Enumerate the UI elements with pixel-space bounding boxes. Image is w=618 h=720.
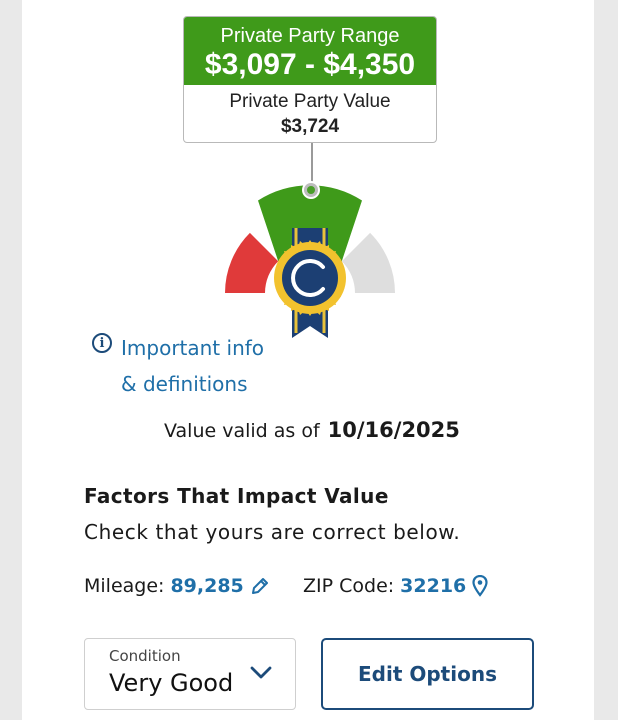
value-gauge — [225, 181, 395, 338]
range-header: Private Party Range $3,097 - $4,350 — [184, 17, 436, 85]
pencil-icon[interactable] — [250, 576, 270, 596]
factors-title: Factors That Impact Value — [84, 484, 389, 508]
condition-label: Condition — [109, 647, 181, 665]
mileage-value[interactable]: 89,285 — [170, 575, 243, 597]
info-icon: i — [92, 333, 112, 353]
important-info-link[interactable]: Important info — [121, 330, 291, 366]
zip-row[interactable]: ZIP Code: 32216 — [303, 575, 488, 597]
location-pin-icon[interactable] — [472, 575, 488, 597]
factors-subtitle: Check that yours are correct below. — [84, 520, 461, 544]
valid-date-row: Value valid as of 10/16/2025 — [164, 418, 460, 442]
important-info-link-row[interactable]: i Important info & definitions — [92, 330, 291, 402]
zip-value[interactable]: 32216 — [400, 575, 466, 597]
chevron-down-icon — [250, 666, 272, 679]
range-label: Private Party Range — [220, 25, 400, 47]
condition-value: Very Good — [109, 669, 234, 697]
price-range-box: Private Party Range $3,097 - $4,350 Priv… — [183, 16, 437, 143]
edit-options-button[interactable]: Edit Options — [321, 638, 534, 710]
value-label: Private Party Value — [229, 91, 391, 112]
mileage-row[interactable]: Mileage: 89,285 — [84, 575, 270, 597]
valid-date: 10/16/2025 — [327, 418, 460, 442]
valid-label: Value valid as of — [164, 420, 320, 442]
gauge-grey-segment — [341, 232, 395, 293]
mileage-label: Mileage: — [84, 575, 165, 597]
kbb-seal-icon — [274, 240, 346, 316]
condition-select[interactable]: Condition Very Good — [84, 638, 296, 710]
range-value: $3,097 - $4,350 — [204, 48, 416, 81]
gauge-red-segment — [225, 232, 279, 293]
zip-label: ZIP Code: — [303, 575, 395, 597]
definitions-link[interactable]: & definitions — [121, 366, 291, 402]
value-amount: $3,724 — [280, 116, 340, 137]
